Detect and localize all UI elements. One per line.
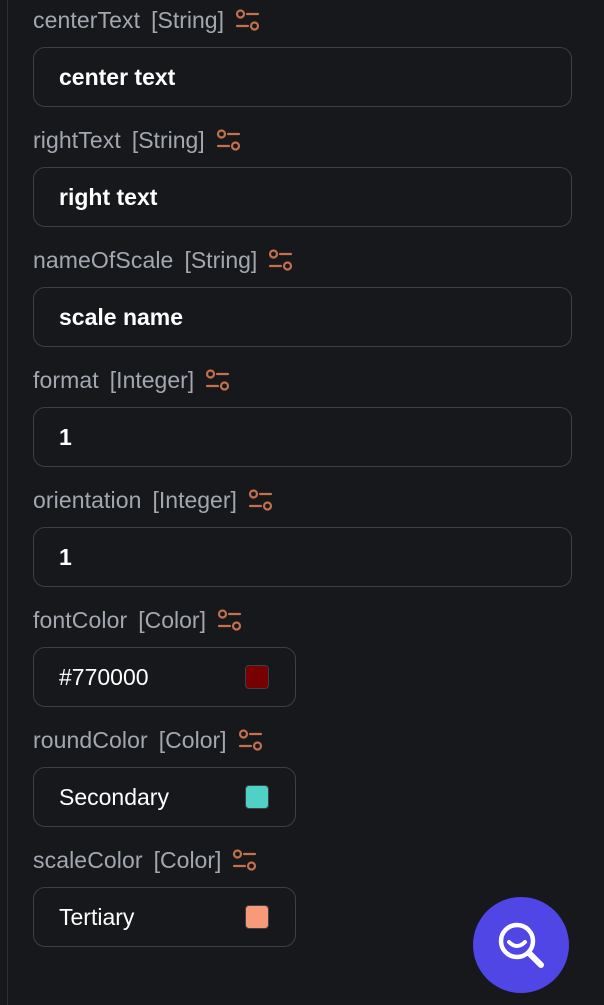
field-value: Tertiary [59, 903, 135, 930]
settings-sliders-icon[interactable] [204, 366, 232, 394]
format-input[interactable]: 1 [33, 407, 572, 467]
floating-search-button[interactable] [473, 897, 569, 993]
field-value: right text [59, 183, 158, 210]
prop-header: roundColor [Color] [33, 723, 265, 757]
prop-type: [Integer] [109, 366, 195, 393]
panel-left-border [7, 0, 8, 1005]
settings-sliders-icon[interactable] [247, 486, 275, 514]
settings-sliders-icon[interactable] [267, 246, 295, 274]
settings-sliders-icon[interactable] [234, 6, 262, 34]
prop-header: format [Integer] [33, 363, 232, 397]
prop-name: format [33, 366, 99, 393]
properties-panel: centerText [String] center text rightTex… [0, 0, 604, 1005]
color-swatch[interactable] [245, 785, 269, 809]
field-value: 1 [59, 543, 72, 570]
prop-name: nameOfScale [33, 246, 174, 273]
center-text-input[interactable]: center text [33, 47, 572, 107]
prop-header: nameOfScale [String] [33, 243, 295, 277]
prop-header: orientation [Integer] [33, 483, 275, 517]
prop-type: [String] [184, 246, 258, 273]
prop-type: [Color] [158, 726, 227, 753]
prop-name: roundColor [33, 726, 148, 753]
prop-header: scaleColor [Color] [33, 843, 259, 877]
round-color-picker[interactable]: Secondary [33, 767, 296, 827]
prop-type: [Integer] [152, 486, 237, 513]
prop-header: fontColor [Color] [33, 603, 244, 637]
prop-name: fontColor [33, 606, 128, 633]
field-value: center text [59, 63, 176, 90]
prop-header: centerText [String] [33, 3, 262, 37]
settings-sliders-icon[interactable] [237, 726, 265, 754]
settings-sliders-icon[interactable] [215, 126, 243, 154]
field-value: Secondary [59, 783, 169, 810]
prop-type: [Color] [153, 846, 222, 873]
scale-color-picker[interactable]: Tertiary [33, 887, 296, 947]
orientation-input[interactable]: 1 [33, 527, 572, 587]
search-icon [491, 915, 551, 975]
prop-type: [String] [131, 126, 205, 153]
prop-name: orientation [33, 486, 142, 513]
settings-sliders-icon[interactable] [216, 606, 244, 634]
color-swatch[interactable] [245, 905, 269, 929]
prop-type: [Color] [138, 606, 206, 633]
prop-name: scaleColor [33, 846, 143, 873]
field-value: #770000 [59, 663, 149, 690]
prop-header: rightText [String] [33, 123, 243, 157]
prop-type: [String] [151, 6, 224, 33]
right-text-input[interactable]: right text [33, 167, 572, 227]
prop-name: rightText [33, 126, 121, 153]
color-swatch[interactable] [245, 665, 269, 689]
field-value: scale name [59, 303, 184, 330]
settings-sliders-icon[interactable] [231, 846, 259, 874]
scale-name-input[interactable]: scale name [33, 287, 572, 347]
prop-name: centerText [33, 6, 141, 33]
field-value: 1 [59, 423, 72, 450]
font-color-picker[interactable]: #770000 [33, 647, 296, 707]
